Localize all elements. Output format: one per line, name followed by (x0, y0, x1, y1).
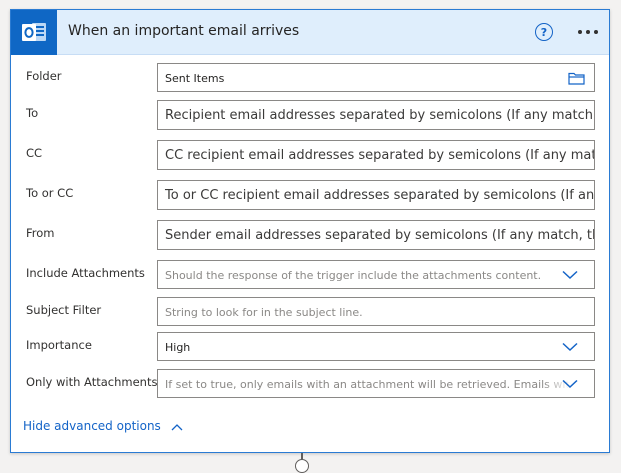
cc-label: CC (26, 146, 43, 160)
flow-connector-node[interactable] (295, 459, 309, 473)
importance-value: High (165, 341, 191, 354)
to-or-cc-field[interactable]: To or CC recipient email addresses separ… (157, 180, 595, 210)
from-field[interactable]: Sender email addresses separated by semi… (157, 220, 595, 250)
include-attachments-placeholder: Should the response of the trigger inclu… (165, 269, 542, 282)
trigger-title: When an important email arrives (68, 23, 300, 39)
hide-advanced-options-link[interactable]: Hide advanced options (23, 419, 183, 433)
trigger-header[interactable]: When an important email arrives ? (11, 10, 609, 55)
to-or-cc-placeholder: To or CC recipient email addresses separ… (165, 188, 595, 203)
help-icon[interactable]: ? (535, 23, 553, 41)
chevron-down-icon[interactable] (562, 270, 578, 280)
folder-value: Sent Items (165, 72, 225, 85)
outlook-icon (11, 10, 57, 55)
include-attachments-label: Include Attachments (26, 266, 145, 280)
only-with-attachments-label: Only with Attachments (26, 375, 158, 389)
trigger-card: When an important email arrives ? Folder… (10, 9, 610, 453)
to-or-cc-label: To or CC (26, 186, 74, 200)
more-options-icon[interactable] (573, 20, 603, 44)
from-placeholder: Sender email addresses separated by semi… (165, 228, 594, 243)
subject-filter-placeholder: String to look for in the subject line. (165, 306, 363, 319)
subject-filter-field[interactable]: String to look for in the subject line. (157, 297, 595, 326)
to-label: To (26, 106, 39, 120)
subject-filter-label: Subject Filter (26, 303, 102, 317)
folder-label: Folder (26, 69, 62, 83)
to-placeholder: Recipient email addresses separated by s… (165, 108, 595, 123)
importance-dropdown[interactable]: High (157, 332, 595, 361)
cc-placeholder: CC recipient email addresses separated b… (165, 148, 595, 163)
hide-advanced-options-label: Hide advanced options (23, 419, 161, 433)
folder-picker-icon[interactable] (568, 71, 585, 85)
chevron-up-icon (171, 423, 183, 430)
include-attachments-dropdown[interactable]: Should the response of the trigger inclu… (157, 260, 595, 289)
chevron-down-icon[interactable] (562, 379, 578, 389)
from-label: From (26, 226, 55, 240)
to-field[interactable]: Recipient email addresses separated by s… (157, 100, 595, 130)
folder-field[interactable]: Sent Items (157, 63, 595, 92)
cc-field[interactable]: CC recipient email addresses separated b… (157, 140, 595, 170)
only-with-attachments-dropdown[interactable]: If set to true, only emails with an atta… (157, 369, 595, 398)
importance-label: Importance (26, 338, 92, 352)
chevron-down-icon[interactable] (562, 342, 578, 352)
only-with-attachments-placeholder: If set to true, only emails with an atta… (165, 378, 594, 391)
